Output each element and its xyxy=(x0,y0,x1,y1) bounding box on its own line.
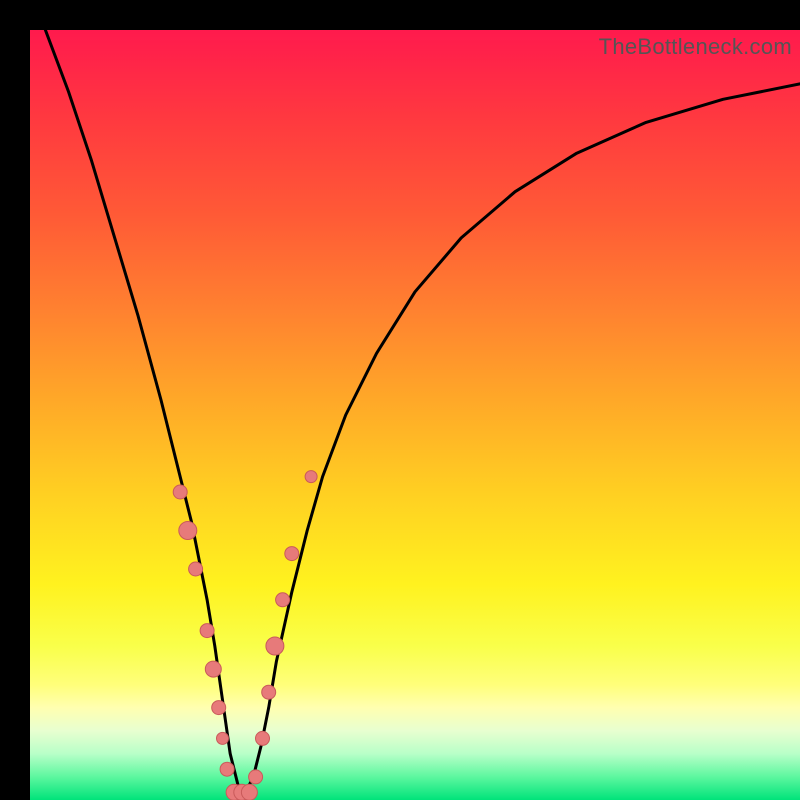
data-marker xyxy=(189,562,203,576)
data-marker xyxy=(205,661,221,677)
data-marker xyxy=(217,732,229,744)
data-marker xyxy=(305,471,317,483)
data-marker xyxy=(179,522,197,540)
data-markers xyxy=(173,471,317,800)
curve-path xyxy=(45,30,800,792)
chart-svg xyxy=(30,30,800,800)
plot-area: TheBottleneck.com xyxy=(30,30,800,800)
data-marker xyxy=(262,685,276,699)
data-marker xyxy=(256,731,270,745)
data-marker xyxy=(212,701,226,715)
chart-frame: TheBottleneck.com xyxy=(0,0,800,800)
data-marker xyxy=(276,593,290,607)
data-marker xyxy=(285,547,299,561)
data-marker xyxy=(266,637,284,655)
data-marker xyxy=(249,770,263,784)
data-marker xyxy=(220,762,234,776)
data-marker xyxy=(200,624,214,638)
bottleneck-curve xyxy=(45,30,800,792)
data-marker xyxy=(173,485,187,499)
data-marker xyxy=(241,784,257,800)
